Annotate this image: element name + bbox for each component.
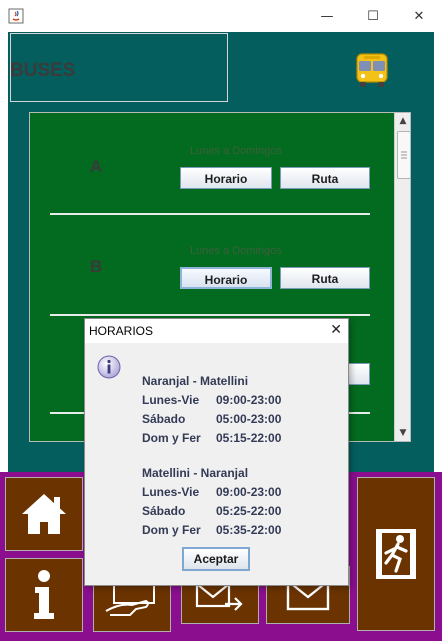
route-divider xyxy=(50,314,370,316)
schedule-day: Sábado xyxy=(142,412,186,426)
schedule-time: 09:00-23:00 xyxy=(216,485,282,499)
close-window-button[interactable]: ✕ xyxy=(396,0,442,32)
route-days-label: Lunes a Domingos xyxy=(190,145,282,157)
route-row: A Lunes a Domingos Horario Ruta xyxy=(30,113,394,213)
route-letter: B xyxy=(90,257,103,276)
route-heading: Matellini - Naranjal xyxy=(142,466,249,480)
schedule-button[interactable]: Horario xyxy=(180,267,272,289)
exit-icon xyxy=(376,529,416,579)
scroll-thumb[interactable] xyxy=(397,131,410,179)
schedule-time: 09:00-23:00 xyxy=(216,393,282,407)
info-icon xyxy=(97,355,121,379)
grip-icon xyxy=(401,151,407,159)
info-button[interactable] xyxy=(5,558,83,632)
accept-button[interactable]: Aceptar xyxy=(182,547,250,571)
schedule-dialog: HORARIOS ✕ Naranjal - Matellini Lunes-Vi… xyxy=(84,318,349,586)
scroll-up-arrow-icon[interactable]: ▲ xyxy=(395,113,410,129)
dialog-title: HORARIOS xyxy=(89,324,154,338)
route-button[interactable]: Ruta xyxy=(280,267,370,289)
route-row: B Lunes a Domingos Horario Ruta xyxy=(30,213,394,313)
bus-icon xyxy=(356,53,388,87)
schedule-time: 05:00-23:00 xyxy=(216,412,282,426)
home-icon xyxy=(22,494,66,534)
dialog-close-button[interactable]: ✕ xyxy=(330,322,342,338)
schedule-day: Lunes-Vie xyxy=(142,393,200,407)
schedule-day: Lunes-Vie xyxy=(142,485,200,499)
route-letter: A xyxy=(90,157,103,176)
route-days-label: Lunes a Domingos xyxy=(190,245,282,257)
schedule-button[interactable]: Horario xyxy=(180,167,272,189)
home-button[interactable] xyxy=(5,477,83,551)
schedule-time: 05:35-22:00 xyxy=(216,523,282,537)
vertical-scrollbar[interactable]: ▲ ▼ xyxy=(394,113,410,441)
schedule-day: Dom y Fer xyxy=(142,523,201,537)
exit-button[interactable] xyxy=(357,477,435,631)
maximize-button[interactable]: ☐ xyxy=(350,0,396,32)
minimize-button[interactable]: — xyxy=(304,0,350,32)
hand-touch-icon xyxy=(105,582,155,616)
schedule-time: 05:15-22:00 xyxy=(216,431,282,445)
route-button[interactable]: Ruta xyxy=(280,167,370,189)
window-titlebar: — ☐ ✕ xyxy=(0,0,442,32)
schedule-day: Sábado xyxy=(142,504,186,518)
route-heading: Naranjal - Matellini xyxy=(142,374,249,388)
info-icon xyxy=(34,570,54,619)
schedule-day: Dom y Fer xyxy=(142,431,201,445)
page-title: BUSES xyxy=(10,60,76,81)
schedule-time: 05:25-22:00 xyxy=(216,504,282,518)
dialog-titlebar: HORARIOS ✕ xyxy=(85,319,348,343)
scroll-down-arrow-icon[interactable]: ▼ xyxy=(395,425,410,441)
java-app-icon xyxy=(8,8,24,24)
